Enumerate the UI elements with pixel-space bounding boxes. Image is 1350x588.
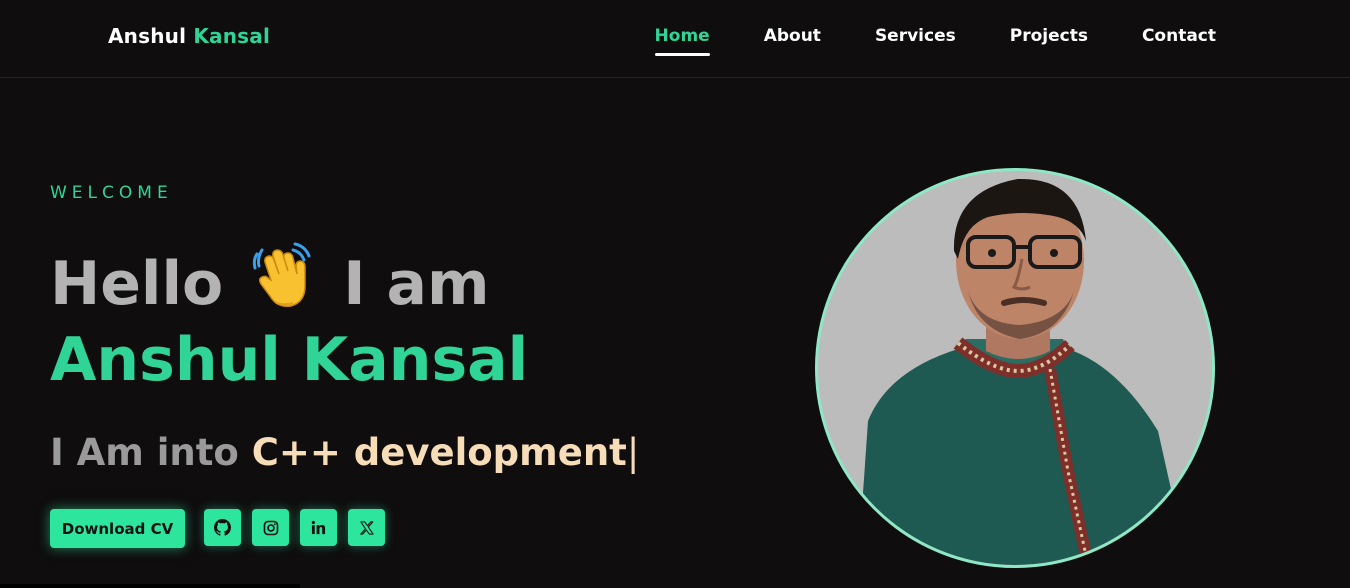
- nav-home[interactable]: Home: [654, 26, 710, 56]
- linkedin-icon[interactable]: [300, 509, 337, 546]
- main-nav: Home About Services Projects Contact: [654, 26, 1216, 56]
- x-icon[interactable]: [348, 509, 385, 546]
- github-icon[interactable]: [204, 509, 241, 546]
- welcome-label: WELCOME: [50, 183, 173, 203]
- social-links: [204, 509, 396, 546]
- typing-cursor: |: [626, 431, 640, 474]
- site-logo[interactable]: Anshul Kansal: [108, 24, 270, 48]
- hero-name: Anshul Kansal: [50, 325, 529, 395]
- hello-heading: Hello I am: [50, 240, 490, 328]
- nav-projects[interactable]: Projects: [1010, 26, 1088, 46]
- profile-photo: [815, 168, 1215, 568]
- download-cv-button[interactable]: Download CV: [50, 509, 185, 548]
- typing-line: I Am into C++ development|: [50, 428, 639, 478]
- nav-about[interactable]: About: [764, 26, 821, 46]
- typing-prefix: I Am into: [50, 431, 239, 474]
- i-am-text: I am: [343, 249, 490, 319]
- instagram-icon[interactable]: [252, 509, 289, 546]
- site-header: Anshul Kansal Home About Services Projec…: [0, 0, 1350, 78]
- typing-skill: C++ development: [251, 431, 627, 474]
- nav-contact[interactable]: Contact: [1142, 26, 1216, 46]
- nav-services[interactable]: Services: [875, 26, 956, 46]
- waving-hand-icon: [251, 240, 317, 328]
- bottom-divider: [0, 584, 300, 588]
- logo-first-name: Anshul: [108, 24, 187, 48]
- logo-last-name: Kansal: [193, 24, 271, 48]
- hello-text: Hello: [50, 249, 224, 319]
